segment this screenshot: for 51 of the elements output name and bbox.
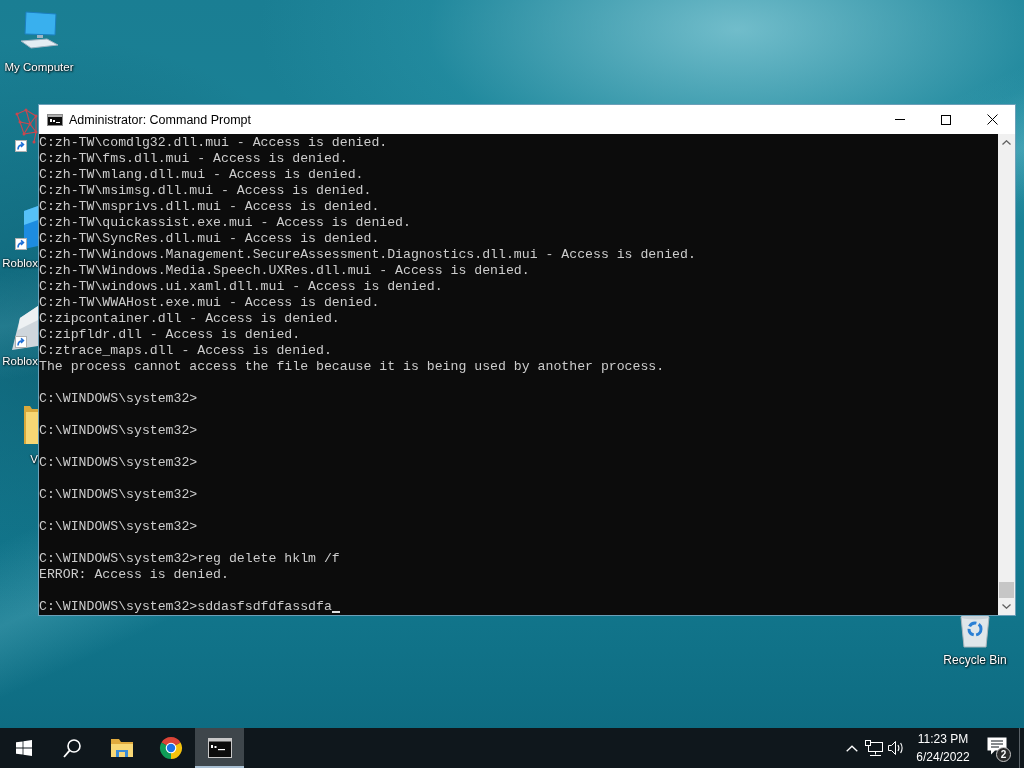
console-line: C:zh-TW\mlang.dll.mui - Access is denied. [39,167,365,183]
console-line: C:zipfldr.dll - Access is denied. [39,327,302,343]
maximize-icon [941,114,951,125]
console-line: The process cannot access the file because it is being used by another process. [39,359,666,375]
console-line: C:zh-TW\msimsg.dll.mui - Access is denied. [39,183,373,199]
desktop-icon-label[interactable]: Roblox [2,354,38,368]
window-title: Administrator: Command Prompt [69,112,251,127]
console-line: ERROR: Access is denied. [39,567,230,583]
clock-button[interactable]: 11:23 PM 6/24/2022 [911,728,975,768]
window-panes-icon [16,740,32,756]
console-line: C:zh-TW\Windows.Media.Speech.UXRes.dll.mui - Access is denied. [39,263,531,279]
scrollbar[interactable] [998,134,1015,615]
console-line: C:zh-TW\WWAHost.exe.mui - Access is denied. [39,295,381,311]
console-line: C:zipcontainer.dll - Access is denied. [39,311,341,327]
notification-button[interactable]: 2 [975,728,1019,768]
notification-count-badge: 2 [996,747,1011,762]
search-icon [63,738,81,758]
console-line: C:\WINDOWS\system32>reg delete hklm /f [39,551,341,567]
command-input-line[interactable]: C:\WINDOWS\system32>sddasfsdfdfassdfa [39,599,332,615]
desktop-icon-label[interactable]: My Computer [4,60,74,74]
console-line: C:zh-TW\Windows.Management.SecureAssessment.Diagnostics.dll.mui - Access is denied. [39,247,697,263]
console-line: C:zh-TW\SyncRes.dll.mui - Access is denied. [39,231,381,247]
close-icon [986,114,998,125]
minimize-icon [895,119,905,120]
console-line: C:\WINDOWS\system32> [39,391,199,407]
console-line: C:\WINDOWS\system32> [39,455,199,471]
console-line: C:zh-TW\quickassist.exe.mui - Access is denied. [39,215,412,231]
speaker-icon [887,740,905,756]
console-line: C:zh-TW\comdlg32.dll.mui - Access is denied. [39,135,389,151]
console-line: C:\WINDOWS\system32> [39,519,199,535]
terminal-icon [207,738,232,758]
console-line: C:\WINDOWS\system32> [39,423,199,439]
terminal-taskbar-button[interactable] [195,728,244,768]
desktop-icon-label[interactable]: Roblox [2,256,38,270]
recycle-bin-icon[interactable] [958,614,992,648]
scrollbar-thumb[interactable] [999,582,1014,598]
console-line: C:\WINDOWS\system32> [39,487,199,503]
chevron-up-icon [1002,140,1011,145]
terminal-icon [47,113,63,126]
folder-icon [109,738,134,758]
tilted-tile-icon[interactable] [24,206,38,250]
chevron-down-icon [1002,604,1011,609]
chevron-up-icon [846,744,858,752]
browser-logo-icon [158,736,183,760]
console-line: C:zh-TW\windows.ui.xaml.dll.mui - Access is denied. [39,279,444,295]
console-line: C:zh-TW\msprivs.dll.mui - Access is denied. [39,199,381,215]
network-monitor-icon [865,739,883,757]
console-line: C:ztrace_maps.dll - Access is denied. [39,343,333,359]
desktop-icon-label[interactable]: V [30,452,38,466]
desktop-icon-label[interactable]: Recycle Bin [943,653,1007,667]
console-line: C:zh-TW\fms.dll.mui - Access is denied. [39,151,349,167]
